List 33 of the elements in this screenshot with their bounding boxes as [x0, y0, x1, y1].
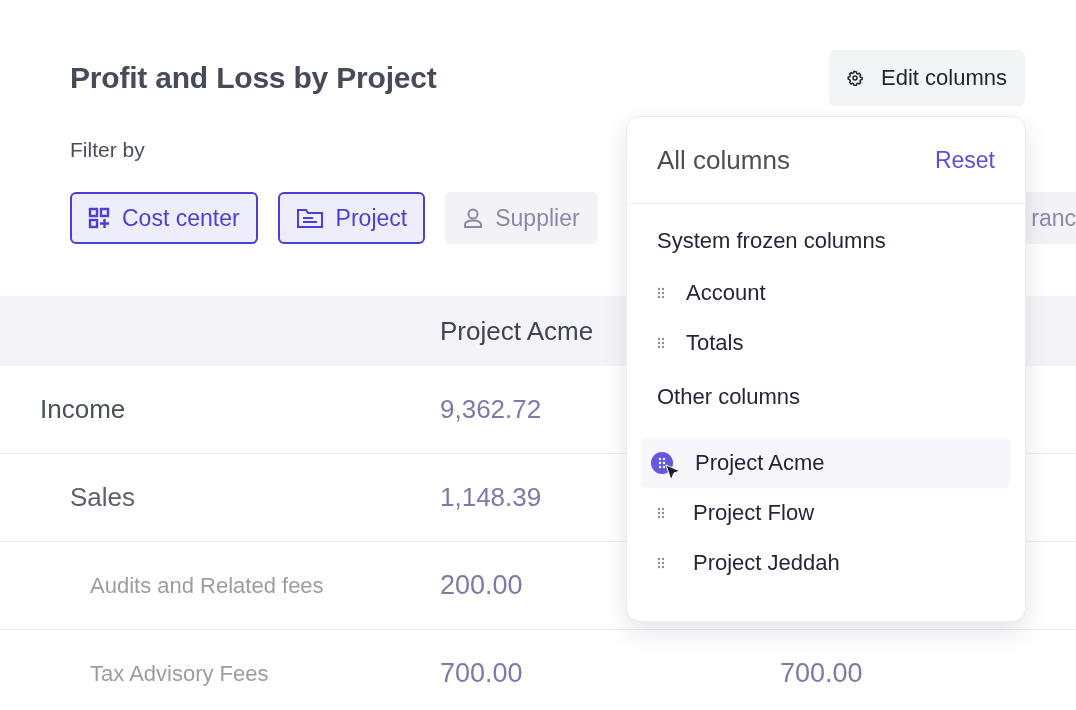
reset-link[interactable]: Reset [934, 146, 995, 174]
amount-cell: 9,362.72 [440, 394, 542, 424]
section-title: Other columns [656, 383, 802, 411]
account-label: Income [40, 394, 126, 424]
column-item[interactable]: Project Jeddah [641, 538, 1011, 588]
amount-cell: 200.00 [440, 570, 523, 600]
folder-icon [295, 207, 324, 229]
amount-cell: 1,148.39 [440, 482, 542, 512]
column-item[interactable]: Account [641, 268, 1011, 318]
settings-icon [847, 70, 864, 86]
grid-plus-icon [88, 207, 110, 229]
column-item[interactable]: Project Flow [641, 488, 1011, 538]
account-label: Tax Advisory Fees [90, 660, 269, 686]
column-item[interactable]: Project Acme [641, 438, 1011, 488]
account-label: Sales [70, 482, 136, 512]
filter-label: Filter by [70, 138, 145, 162]
filter-chip[interactable]: Project [277, 192, 426, 244]
column-item[interactable]: Totals [641, 318, 1011, 368]
section-title: System frozen columns [656, 227, 887, 255]
page-title: Profit and Loss by Project [70, 61, 437, 95]
drag-handle-icon [657, 287, 665, 299]
drag-handle-icon [657, 337, 665, 349]
person-icon [463, 207, 484, 229]
edit-columns-button[interactable]: Edit columns [829, 50, 1025, 106]
amount-cell: 700.00 [440, 658, 523, 688]
drag-handle-icon [657, 557, 665, 569]
amount-cell: 700.00 [780, 658, 863, 688]
drag-handle-icon [657, 507, 665, 519]
filter-chip[interactable]: Cost center [70, 192, 258, 244]
account-label: Audits and Related fees [90, 572, 324, 598]
column-header: Project Acme [440, 315, 594, 346]
menu-title: All columns [657, 144, 790, 176]
cursor-arrow-icon [665, 464, 681, 482]
